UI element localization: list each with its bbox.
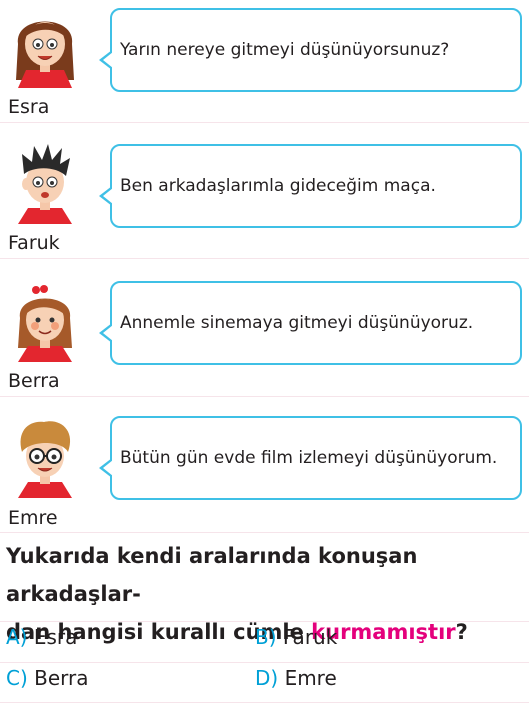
speech-text: Bütün gün evde film izlemeyi düşünüyorum… [120, 448, 498, 468]
speech-text: Annemle sinemaya gitmeyi düşünüyoruz. [120, 313, 474, 333]
speech-bubble: Bütün gün evde film izlemeyi düşünüyorum… [99, 416, 522, 500]
option-answer: Esra [33, 625, 78, 649]
option-d[interactable]: D) Emre [255, 666, 337, 690]
option-letter: C) [6, 666, 28, 690]
girl-bun-hair-icon [18, 285, 72, 362]
option-letter: A) [6, 625, 28, 649]
option-answer: Emre [284, 666, 337, 690]
option-a[interactable]: A) Esra [6, 625, 77, 649]
character-name: Berra [8, 370, 60, 392]
ruled-line [0, 702, 529, 703]
speech-text: Ben arkadaşlarımla gideceğim maça. [120, 176, 436, 196]
character-name: Faruk [8, 232, 60, 254]
ruled-line [0, 396, 529, 397]
boy-spiky-hair-icon [18, 144, 72, 224]
boy-glasses-icon [18, 421, 72, 498]
character-faruk [2, 140, 92, 224]
option-letter: D) [255, 666, 279, 690]
character-berra [2, 278, 92, 362]
option-c[interactable]: C) Berra [6, 666, 89, 690]
option-letter: B) [255, 625, 277, 649]
ruled-line [0, 532, 529, 533]
ruled-line [0, 662, 529, 663]
character-emre [2, 414, 92, 498]
speech-bubble: Ben arkadaşlarımla gideceğim maça. [99, 144, 522, 228]
ruled-line [0, 258, 529, 259]
ruled-line [0, 122, 529, 123]
speech-bubble: Annemle sinemaya gitmeyi düşünüyoruz. [99, 281, 522, 365]
character-name: Emre [8, 507, 58, 529]
option-b[interactable]: B) Faruk [255, 625, 337, 649]
speech-bubble: Yarın nereye gitmeyi düşünüyorsunuz? [99, 8, 522, 92]
speech-text: Yarın nereye gitmeyi düşünüyorsunuz? [120, 40, 450, 60]
option-answer: Faruk [282, 625, 338, 649]
option-answer: Berra [34, 666, 89, 690]
girl-long-hair-icon [16, 21, 74, 88]
character-esra [2, 4, 92, 88]
character-name: Esra [8, 96, 50, 118]
